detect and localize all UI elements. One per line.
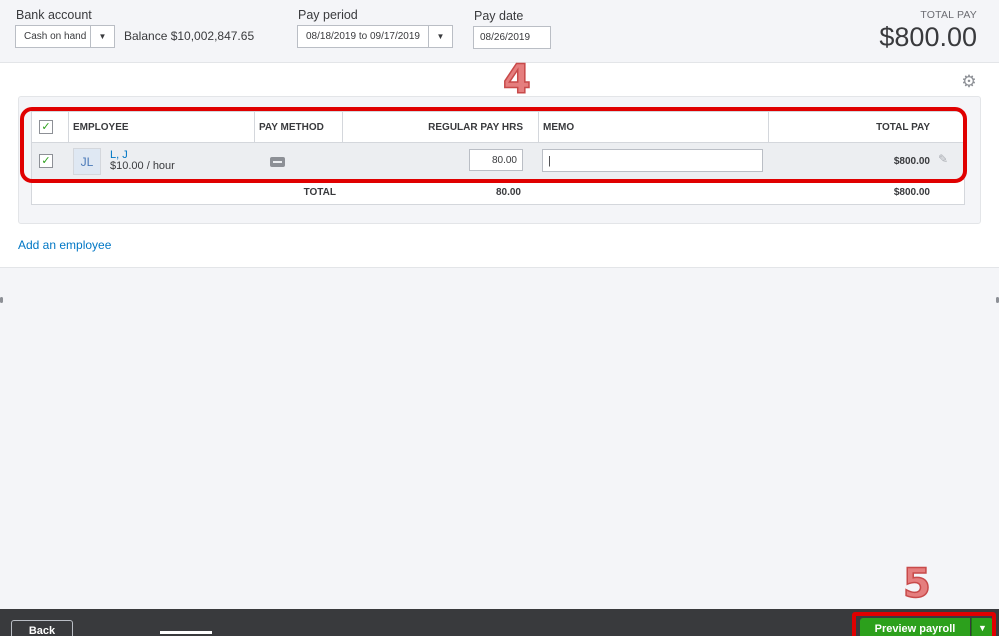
total-pay-amount: $800.00 xyxy=(879,22,977,52)
step-4-highlight xyxy=(20,107,967,183)
total-pay-label: TOTAL PAY xyxy=(920,9,977,21)
chevron-down-icon[interactable]: ▼ xyxy=(90,26,114,47)
bank-account-select[interactable]: Cash on hand ▼ xyxy=(15,25,115,48)
pay-date-label: Pay date xyxy=(474,9,524,23)
chevron-down-icon[interactable]: ▼ xyxy=(428,26,452,47)
totals-label: TOTAL xyxy=(303,186,336,198)
payroll-header: Bank account Cash on hand ▼ Balance $10,… xyxy=(0,0,999,62)
bank-account-value: Cash on hand xyxy=(24,31,87,42)
pay-date-value: 08/26/2019 xyxy=(480,32,531,43)
payroll-main: 4 ⚙ ✓ EMPLOYEE PAY METHOD REGULAR PAY HR… xyxy=(0,56,999,268)
footer-divider xyxy=(160,631,212,634)
step-5-highlight xyxy=(852,612,996,636)
footer-bar: Back Preview payroll ▼ xyxy=(0,609,999,636)
pay-period-label: Pay period xyxy=(298,8,358,22)
add-employee-link[interactable]: Add an employee xyxy=(18,238,111,252)
gear-icon[interactable]: ⚙ xyxy=(960,73,978,91)
step-5-annotation: 5 xyxy=(902,560,931,608)
table-totals-row: TOTAL 80.00 $800.00 xyxy=(32,180,964,204)
balance-text: Balance $10,002,847.65 xyxy=(124,29,255,43)
pay-date-input[interactable]: 08/26/2019 xyxy=(473,26,551,49)
totals-pay: $800.00 xyxy=(893,186,930,198)
left-edge-handle xyxy=(0,297,3,303)
bank-account-label: Bank account xyxy=(16,8,92,22)
totals-hrs: 80.00 xyxy=(495,186,521,198)
back-button[interactable]: Back xyxy=(11,620,73,636)
pay-period-select[interactable]: 08/18/2019 to 09/17/2019 ▼ xyxy=(297,25,453,48)
pay-period-value: 08/18/2019 to 09/17/2019 xyxy=(306,31,420,42)
